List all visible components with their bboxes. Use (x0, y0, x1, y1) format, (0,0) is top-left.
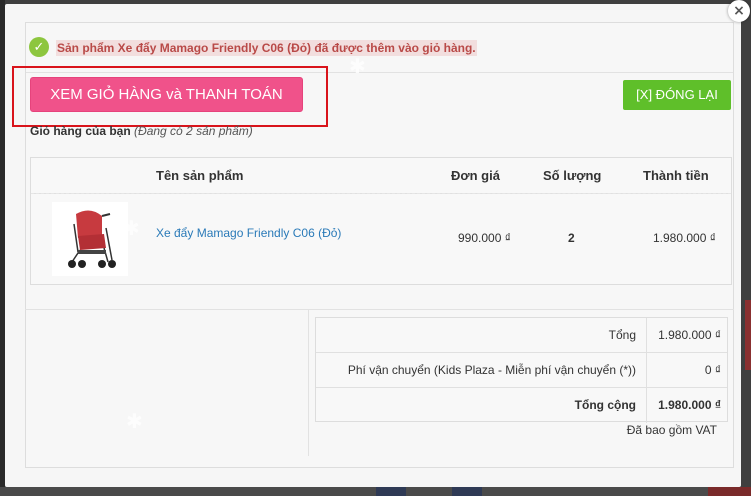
snowflake-icon: ✱ (123, 218, 140, 240)
stroller-icon (52, 202, 128, 276)
snowflake-icon: ✱ (126, 411, 143, 433)
shipping-label: Phí vận chuyển (Kids Plaza - Miễn phí vậ… (347, 363, 636, 377)
close-modal-button[interactable]: [X] ĐÓNG LẠI (623, 80, 731, 110)
product-name-link[interactable]: Xe đẩy Mamago Friendly C06 (Đỏ) (156, 226, 341, 240)
cart-item-count: (Đang có 2 sản phẩm) (134, 124, 253, 138)
column-header-price: Đơn giá (451, 168, 500, 183)
shipping-row: Phí vận chuyển (Kids Plaza - Miễn phí vậ… (316, 353, 727, 388)
backdrop-accent (708, 487, 751, 496)
product-image[interactable] (52, 202, 128, 276)
product-line-total: 1.980.000 ₫ (653, 231, 716, 245)
subtotal-label: Tổng (608, 328, 636, 342)
grand-total-label: Tổng cộng (574, 398, 636, 412)
section-divider (25, 309, 734, 310)
product-quantity: 2 (568, 231, 575, 245)
table-divider (31, 193, 731, 194)
backdrop-pager (376, 487, 406, 496)
subtotal-value: 1.980.000 ₫ (658, 328, 721, 342)
close-icon[interactable]: × (728, 0, 750, 22)
section-divider-vertical (308, 310, 309, 456)
grand-total-row: Tổng cộng 1.980.000 ₫ (316, 388, 727, 423)
subtotal-row: Tổng 1.980.000 ₫ (316, 318, 727, 353)
column-header-total: Thành tiền (643, 168, 709, 183)
cart-heading-title: Giỏ hàng của bạn (30, 124, 131, 138)
backdrop-pager (452, 487, 482, 496)
backdrop-right (745, 300, 751, 370)
backdrop-bottom (0, 487, 751, 496)
grand-total-value: 1.980.000 ₫ (658, 398, 721, 412)
column-header-qty: Số lượng (543, 168, 602, 183)
order-summary: Tổng 1.980.000 ₫ Phí vận chuyển (Kids Pl… (315, 317, 728, 423)
cart-heading: Giỏ hàng của bạn (Đang có 2 sản phẩm) (30, 124, 253, 138)
check-icon: ✓ (29, 37, 49, 57)
product-unit-price: 990.000 ₫ (458, 231, 511, 245)
snowflake-icon: ✱ (349, 56, 366, 78)
cart-modal: ✓ Sản phẩm Xe đẩy Mamago Friendly C06 (Đ… (5, 4, 741, 487)
view-cart-checkout-button[interactable]: XEM GIỎ HÀNG và THANH TOÁN (30, 77, 303, 112)
shipping-value: 0 ₫ (704, 363, 721, 377)
added-message: Sản phẩm Xe đẩy Mamago Friendly C06 (Đỏ)… (56, 40, 477, 56)
column-header-name: Tên sản phẩm (156, 168, 244, 183)
vat-note: Đã bao gồm VAT (626, 423, 717, 437)
